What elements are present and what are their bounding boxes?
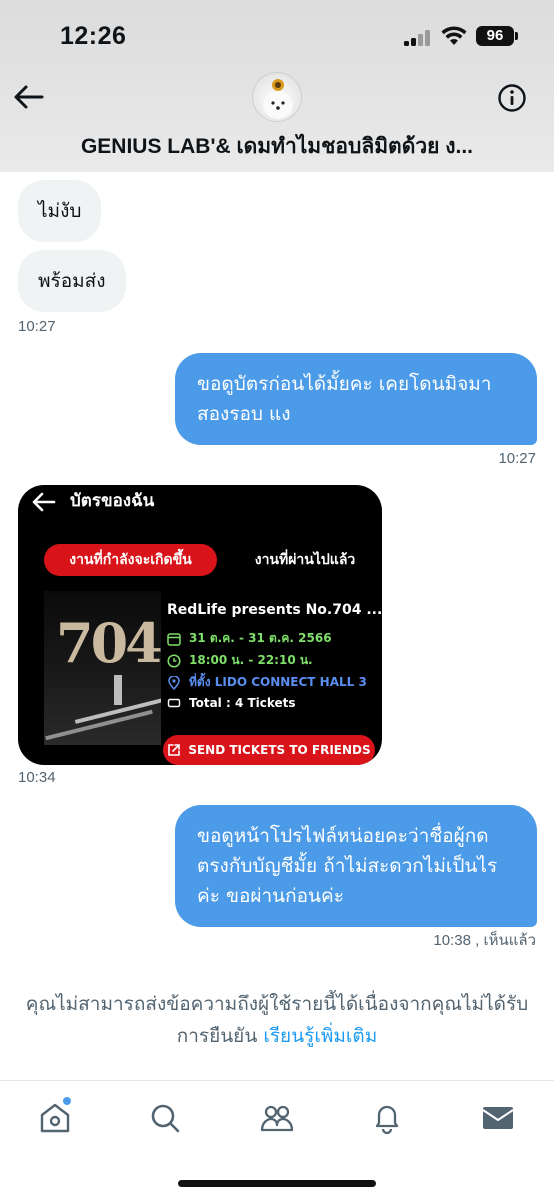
location-pin-icon bbox=[168, 675, 180, 690]
cellular-signal-icon bbox=[404, 30, 434, 46]
notice-text: การยืนยัน bbox=[176, 1025, 264, 1047]
ticket-screenshot-image[interactable]: บัตรของฉัน งานที่กำลังจะเกิดขึ้น งานที่ผ… bbox=[18, 485, 382, 765]
event-date: 31 ต.ค. - 31 ต.ค. 2566 bbox=[189, 631, 332, 645]
poster-figure bbox=[114, 675, 122, 705]
top-bar: 12:26 96 GENIUS LAB'& เดมทำไมชอบลิมิตด้ว… bbox=[0, 0, 554, 172]
battery-indicator: 96 bbox=[476, 26, 514, 46]
notification-dot bbox=[63, 1097, 71, 1105]
event-time-row: 18:00 น. - 22:10 น. bbox=[167, 651, 313, 670]
search-icon[interactable] bbox=[148, 1101, 182, 1135]
event-venue-row: ที่ตั้ง LIDO CONNECT HALL 3 bbox=[167, 673, 367, 692]
tab-upcoming: งานที่กำลังจะเกิดขึ้น bbox=[44, 544, 217, 576]
battery-tip bbox=[515, 32, 518, 40]
wifi-icon bbox=[441, 26, 467, 45]
outgoing-message[interactable]: ขอดูบัตรก่อนได้มั้ยคะ เคยโดนมิจมา สองรอบ… bbox=[175, 353, 537, 445]
incoming-message[interactable]: ไม่งับ bbox=[18, 180, 102, 242]
notice-line: คุณไม่สามารถส่งข้อความถึงผู้ใช้รายนี้ได้… bbox=[25, 993, 529, 1015]
message-line: ค่ะ ขอผ่านก่อนค่ะ bbox=[197, 885, 344, 907]
event-poster: 704 bbox=[44, 591, 161, 745]
poster-number: 704 bbox=[56, 611, 161, 675]
message-timestamp: 10:27 bbox=[498, 450, 536, 467]
messages-icon[interactable] bbox=[481, 1101, 515, 1135]
home-indicator bbox=[178, 1180, 376, 1187]
ticket-page-title: บัตรของฉัน bbox=[70, 491, 155, 511]
event-venue: ที่ตั้ง LIDO CONNECT HALL 3 bbox=[189, 675, 367, 689]
clock-icon bbox=[167, 653, 181, 668]
ticket-icon bbox=[167, 698, 181, 708]
notice-line-2: การยืนยัน เรียนรู้เพิ่มเติม bbox=[10, 1020, 544, 1052]
message-line: ขอดูหน้าโปรไฟล์หน่อยคะว่าชื่อผู้กด bbox=[197, 825, 489, 847]
chat-title[interactable]: GENIUS LAB'& เดมทำไมชอบลิมิตด้วย ง... bbox=[0, 130, 554, 163]
event-date-row: 31 ต.ค. - 31 ต.ค. 2566 bbox=[167, 629, 332, 648]
outgoing-message[interactable]: ขอดูหน้าโปรไฟล์หน่อยคะว่าชื่อผู้กด ตรงกั… bbox=[175, 805, 537, 927]
event-total: Total : 4 Tickets bbox=[189, 696, 296, 710]
home-icon[interactable] bbox=[38, 1101, 72, 1135]
communities-icon[interactable] bbox=[260, 1101, 294, 1135]
message-timestamp: 10:34 bbox=[18, 769, 56, 786]
external-link-icon bbox=[168, 744, 181, 756]
cannot-message-notice: คุณไม่สามารถส่งข้อความถึงผู้ใช้รายนี้ได้… bbox=[0, 988, 554, 1052]
info-icon[interactable] bbox=[497, 83, 527, 113]
tab-past: งานที่ผ่านไปแล้ว bbox=[254, 552, 356, 568]
calendar-icon bbox=[167, 632, 181, 646]
message-line: ตรงกับบัญชีมั้ย ถ้าไม่สะดวกไม่เป็นไร bbox=[197, 855, 498, 877]
send-tickets-label: SEND TICKETS TO FRIENDS bbox=[188, 743, 371, 757]
message-line: สองรอบ แง bbox=[197, 403, 291, 425]
learn-more-link[interactable]: เรียนรู้เพิ่มเติม bbox=[263, 1025, 377, 1047]
incoming-message[interactable]: พร้อมส่ง bbox=[18, 250, 126, 312]
message-timestamp-seen: 10:38 , เห็นแล้ว bbox=[433, 932, 536, 949]
dog-with-sunflower-icon bbox=[263, 79, 293, 119]
avatar[interactable] bbox=[252, 72, 302, 122]
event-time: 18:00 น. - 22:10 น. bbox=[189, 653, 313, 667]
notifications-icon[interactable] bbox=[370, 1101, 404, 1135]
event-name: RedLife presents No.704 ... bbox=[167, 602, 382, 618]
back-arrow-icon bbox=[32, 492, 56, 512]
message-line: ขอดูบัตรก่อนได้มั้ยคะ เคยโดนมิจมา bbox=[197, 373, 492, 395]
message-timestamp: 10:27 bbox=[18, 318, 56, 335]
event-total-row: Total : 4 Tickets bbox=[167, 696, 296, 710]
back-arrow-icon[interactable] bbox=[12, 82, 46, 112]
send-tickets-button: SEND TICKETS TO FRIENDS bbox=[163, 735, 375, 765]
status-time: 12:26 bbox=[60, 22, 127, 50]
